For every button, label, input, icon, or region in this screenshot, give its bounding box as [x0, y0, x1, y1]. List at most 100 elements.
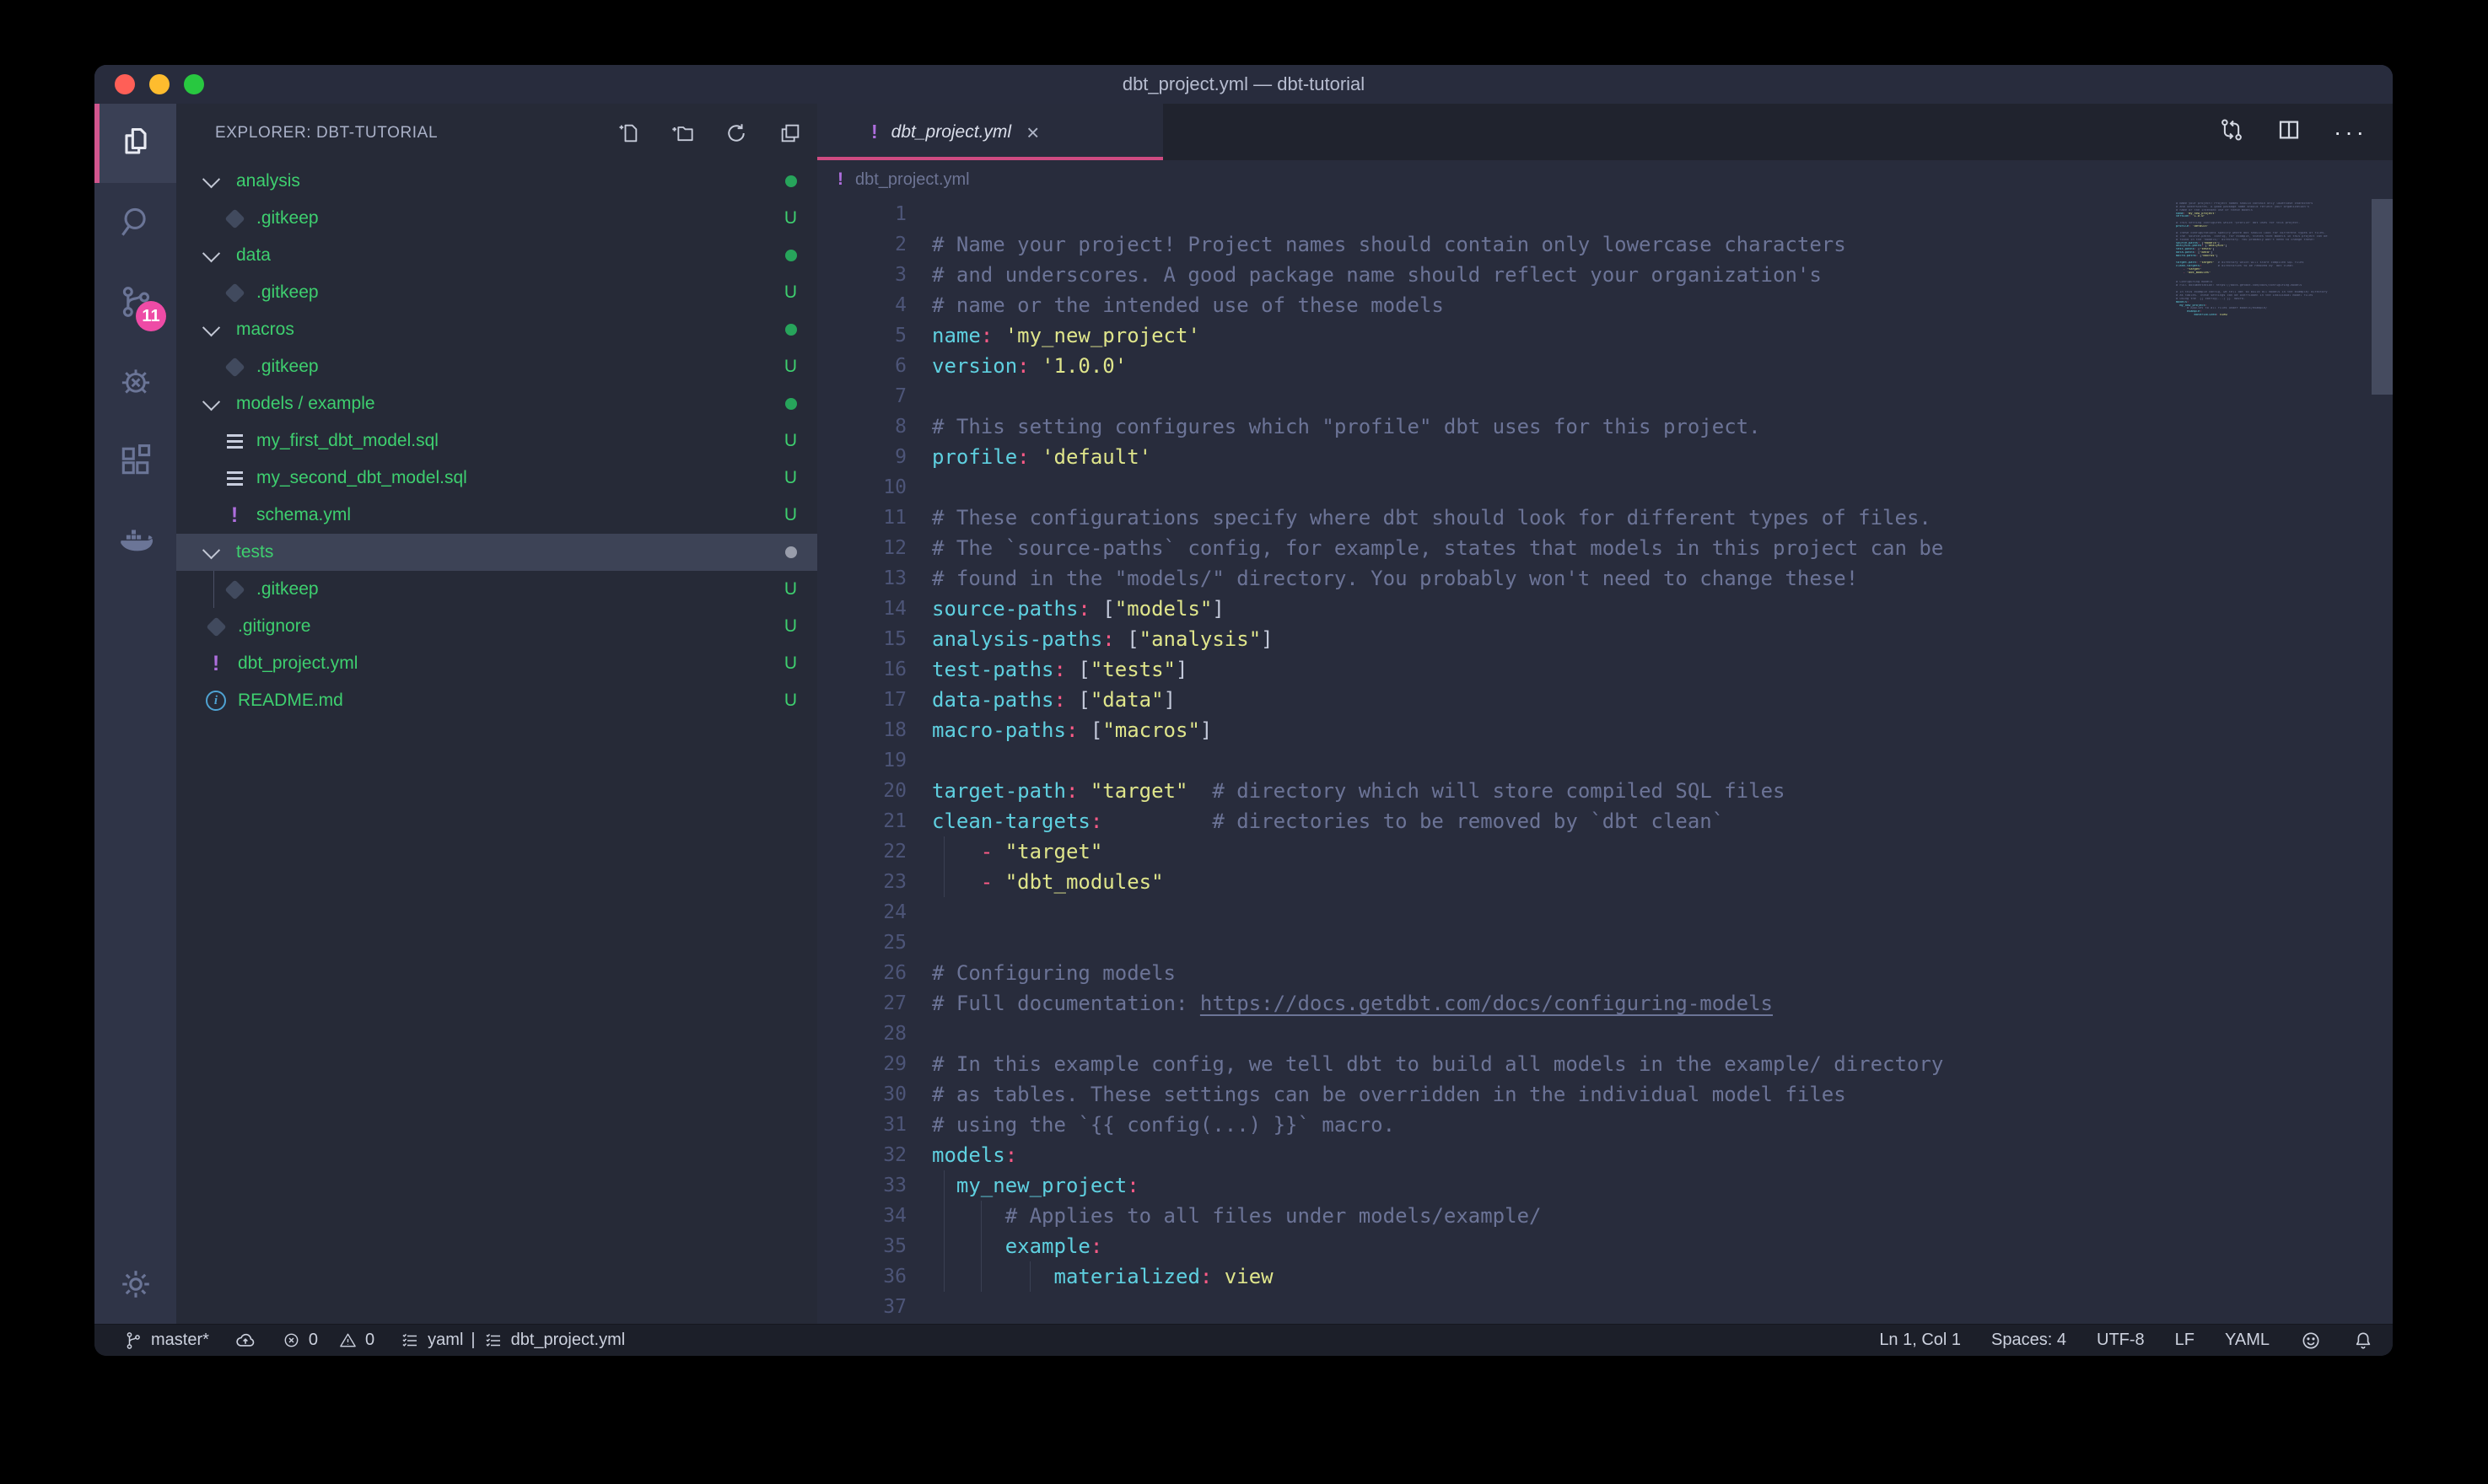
sync-changes-item[interactable]	[234, 1330, 256, 1352]
code-line: 5name: 'my_new_project'	[817, 320, 2168, 351]
docker-activity-button[interactable]	[94, 500, 176, 579]
feedback-smiley-icon[interactable]	[2300, 1330, 2322, 1352]
code-line: 31# using the `{{ config(...) }}` macro.	[817, 1110, 2168, 1140]
open-changes-button[interactable]	[2219, 117, 2244, 147]
schema-file: dbt_project.yml	[511, 1331, 626, 1350]
close-tab-icon[interactable]: ×	[1026, 121, 1039, 143]
git-untracked-badge: U	[784, 208, 797, 229]
indent-guide	[944, 1261, 945, 1292]
refresh-explorer-button[interactable]	[724, 121, 748, 145]
tree-item-macros[interactable]: macros	[176, 311, 817, 348]
indentation-item[interactable]: Spaces: 4	[1991, 1331, 2066, 1350]
tree-item-.gitkeep[interactable]: .gitkeepU	[176, 274, 817, 311]
line-number: 7	[817, 381, 907, 411]
git-untracked-badge: U	[784, 653, 797, 674]
gear-icon	[117, 1266, 154, 1303]
code-line: 25	[817, 928, 2168, 958]
breadcrumb[interactable]: ! dbt_project.yml	[817, 160, 2393, 199]
tree-item-.gitkeep[interactable]: .gitkeepU	[176, 200, 817, 237]
chevron-down-icon	[202, 393, 220, 411]
git-branch-icon	[123, 1331, 143, 1351]
errors-icon	[282, 1331, 301, 1350]
git-untracked-badge: U	[784, 357, 797, 377]
debug-icon	[117, 363, 154, 400]
cloud-upload-icon	[234, 1330, 256, 1352]
line-number: 17	[817, 685, 907, 715]
tree-item-.gitkeep[interactable]: .gitkeepU	[176, 571, 817, 608]
yaml-warning-icon: !	[837, 169, 843, 190]
source-control-badge: 11	[136, 301, 166, 331]
code-line: 15analysis-paths: ["analysis"]	[817, 624, 2168, 654]
git-branch-item[interactable]: master*	[123, 1331, 209, 1351]
git-untracked-badge: U	[784, 431, 797, 451]
tree-item-my-first-dbt-model.sql[interactable]: my_first_dbt_model.sql U	[176, 422, 817, 460]
yaml-schema-item[interactable]: yaml | dbt_project.yml	[400, 1331, 625, 1351]
file-label: my_first_dbt_model.sql	[256, 431, 439, 451]
git-untracked-badge: U	[784, 691, 797, 711]
sql-file-icon	[223, 430, 245, 452]
problems-item[interactable]: 0 0	[282, 1331, 374, 1350]
collapse-folders-button[interactable]	[778, 121, 802, 145]
code-line: 33 my_new_project:	[817, 1170, 2168, 1201]
source-control-activity-button[interactable]: 11	[94, 262, 176, 341]
debug-activity-button[interactable]	[94, 341, 176, 421]
tree-item-dbt-project.yml[interactable]: !dbt_project.ymlU	[176, 645, 817, 682]
branch-name: master*	[151, 1331, 209, 1350]
minimize-button[interactable]	[149, 74, 170, 94]
folder-status-dot	[785, 175, 797, 187]
minimap-content: # Name your project! Project names shoul…	[2168, 199, 2372, 320]
new-folder-button[interactable]	[670, 121, 694, 145]
tree-item-schema.yml[interactable]: !schema.ymlU	[176, 497, 817, 534]
warnings-icon	[338, 1331, 358, 1350]
editor-scrollbar[interactable]	[2372, 199, 2393, 1324]
chevron-down-icon	[202, 170, 220, 188]
settings-button[interactable]	[94, 1245, 176, 1324]
tree-item-tests[interactable]: tests	[176, 534, 817, 571]
minimap[interactable]: # Name your project! Project names shoul…	[2168, 199, 2372, 1324]
tree-item-models-example[interactable]: models / example	[176, 385, 817, 422]
line-number: 27	[817, 988, 907, 1019]
code-line: 16test-paths: ["tests"]	[817, 654, 2168, 685]
line-number: 26	[817, 958, 907, 988]
search-activity-button[interactable]	[94, 183, 176, 262]
indent-guide	[981, 1231, 982, 1261]
tab-dbt-project-yml[interactable]: ! dbt_project.yml ×	[817, 104, 1163, 160]
extensions-activity-button[interactable]	[94, 421, 176, 500]
tree-item-.gitkeep[interactable]: .gitkeep U	[176, 348, 817, 385]
cursor-position-item[interactable]: Ln 1, Col 1	[1879, 1331, 1961, 1350]
code-line: 11# These configurations specify where d…	[817, 503, 2168, 533]
language-mode-item[interactable]: YAML	[2225, 1331, 2270, 1350]
tree-item-data[interactable]: data	[176, 237, 817, 274]
notifications-bell-icon[interactable]	[2352, 1330, 2374, 1352]
encoding-item[interactable]: UTF-8	[2097, 1331, 2145, 1350]
breadcrumb-file[interactable]: dbt_project.yml	[855, 170, 970, 190]
git-untracked-badge: U	[784, 468, 797, 488]
line-number: 31	[817, 1110, 907, 1140]
workbench: 11	[94, 104, 2393, 1324]
more-actions-button[interactable]: ···	[2334, 119, 2367, 146]
tree-item-my-second-dbt-model.sql[interactable]: my_second_dbt_model.sqlU	[176, 460, 817, 497]
explorer-activity-button[interactable]	[94, 104, 176, 183]
tree-item-readme.md[interactable]: iREADME.mdU	[176, 682, 817, 719]
line-number: 15	[817, 624, 907, 654]
tree-item-analysis[interactable]: analysis	[176, 163, 817, 200]
git-file-icon	[223, 207, 245, 229]
close-button[interactable]	[115, 74, 135, 94]
zoom-button[interactable]	[184, 74, 204, 94]
docker-whale-icon	[116, 520, 155, 559]
line-number: 4	[817, 290, 907, 320]
line-number: 23	[817, 867, 907, 897]
scrollbar-thumb[interactable]	[2372, 199, 2393, 395]
line-number: 24	[817, 897, 907, 928]
new-file-button[interactable]	[617, 121, 640, 145]
code-line: 12# The `source-paths` config, for examp…	[817, 533, 2168, 563]
code-line: 19	[817, 745, 2168, 776]
code-line: 27# Full documentation: https://docs.get…	[817, 988, 2168, 1019]
split-editor-button[interactable]	[2276, 117, 2302, 147]
line-number: 3	[817, 260, 907, 290]
list-icon	[400, 1331, 420, 1351]
file-label: .gitkeep	[256, 357, 319, 377]
code-area[interactable]: 12# Name your project! Project names sho…	[817, 199, 2393, 1324]
eol-item[interactable]: LF	[2175, 1331, 2195, 1350]
tree-item-.gitignore[interactable]: .gitignoreU	[176, 608, 817, 645]
